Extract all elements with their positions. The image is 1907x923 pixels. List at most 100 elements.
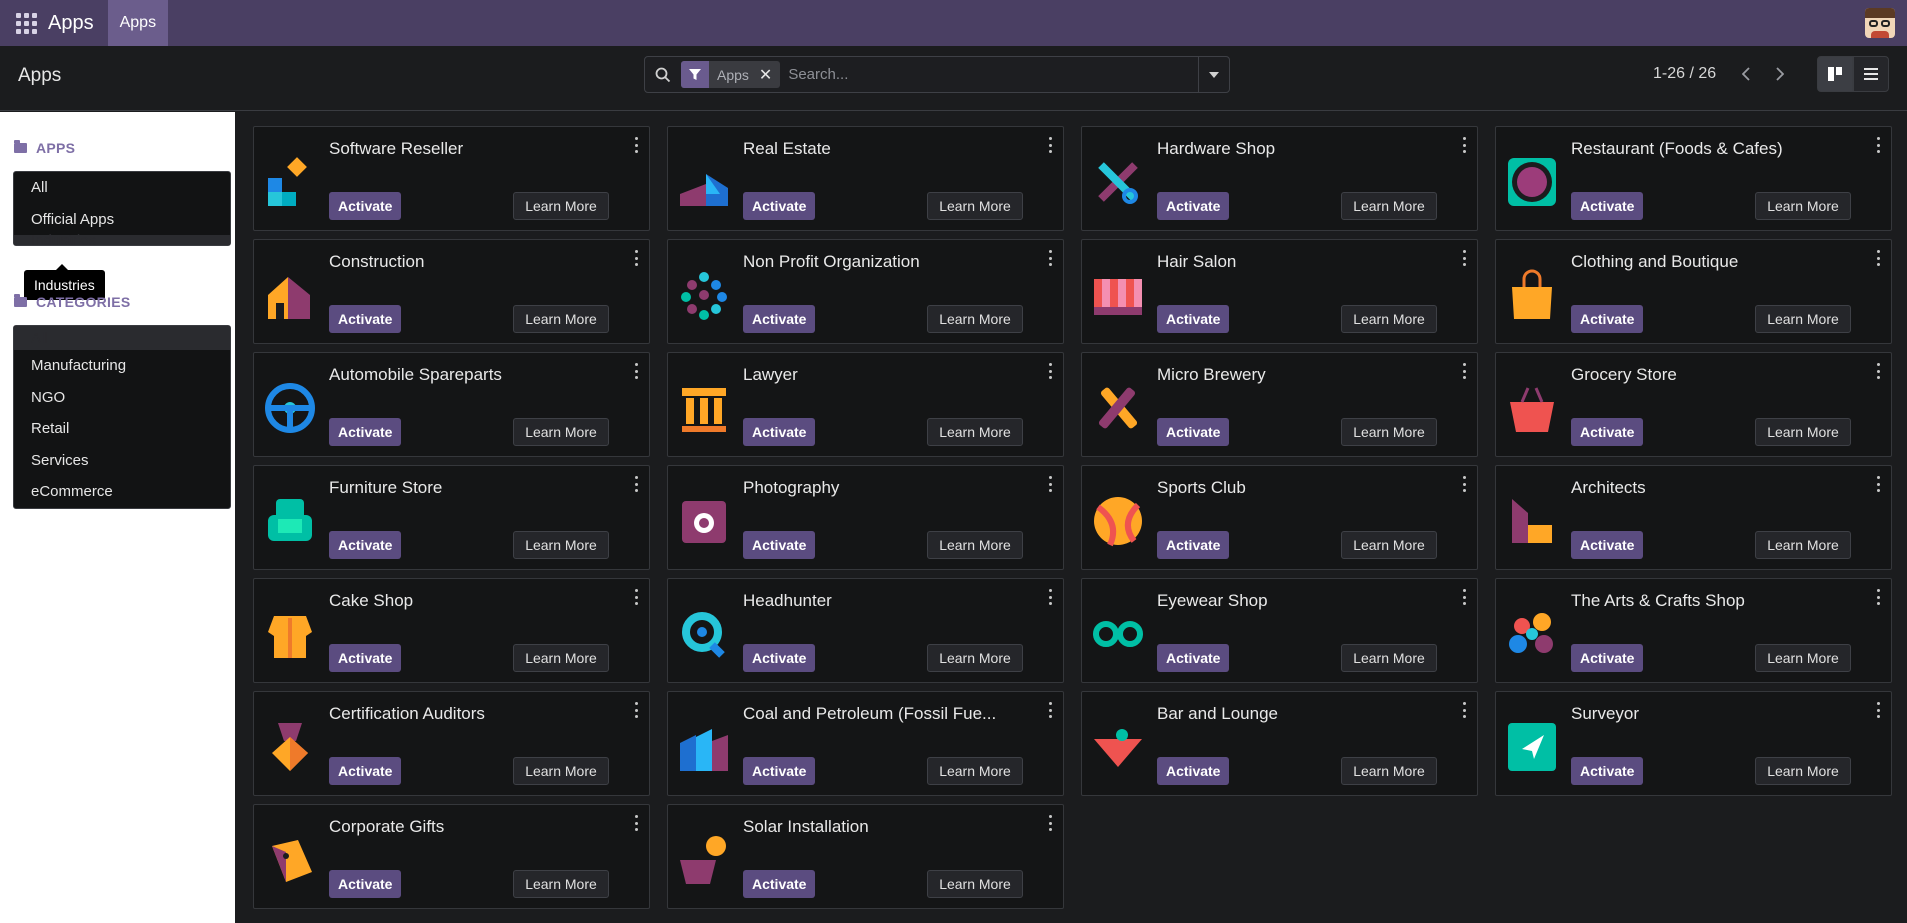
activate-button[interactable]: Activate	[329, 305, 402, 333]
learn-more-button[interactable]: Learn More	[513, 644, 609, 672]
more-options-icon[interactable]	[1461, 250, 1467, 266]
learn-more-button[interactable]: Learn More	[513, 531, 609, 559]
app-card[interactable]: Certification Auditors Activate Learn More	[253, 691, 650, 796]
learn-more-button[interactable]: Learn More	[927, 531, 1023, 559]
more-options-icon[interactable]	[1875, 137, 1881, 153]
app-card[interactable]: Surveyor Activate Learn More	[1495, 691, 1892, 796]
more-options-icon[interactable]	[633, 137, 639, 153]
more-options-icon[interactable]	[633, 815, 639, 831]
category-item-manufacturing[interactable]: Manufacturing	[14, 350, 230, 382]
app-card[interactable]: Furniture Store Activate Learn More	[253, 465, 650, 570]
learn-more-button[interactable]: Learn More	[513, 305, 609, 333]
activate-button[interactable]: Activate	[743, 531, 816, 559]
search-input[interactable]	[780, 58, 1198, 91]
menu-item-apps[interactable]: Apps	[107, 0, 169, 46]
app-card[interactable]: Coal and Petroleum (Fossil Fue... Activat…	[667, 691, 1064, 796]
activate-button[interactable]: Activate	[743, 418, 816, 446]
more-options-icon[interactable]	[633, 476, 639, 492]
learn-more-button[interactable]: Learn More	[927, 757, 1023, 785]
learn-more-button[interactable]: Learn More	[1755, 531, 1851, 559]
learn-more-button[interactable]: Learn More	[1755, 644, 1851, 672]
learn-more-button[interactable]: Learn More	[1341, 305, 1437, 333]
pager-next-button[interactable]	[1763, 56, 1796, 92]
app-card[interactable]: Hair Salon Activate Learn More	[1081, 239, 1478, 344]
more-options-icon[interactable]	[633, 250, 639, 266]
learn-more-button[interactable]: Learn More	[513, 192, 609, 220]
more-options-icon[interactable]	[1875, 363, 1881, 379]
activate-button[interactable]: Activate	[329, 418, 402, 446]
user-avatar[interactable]	[1865, 8, 1895, 38]
more-options-icon[interactable]	[1461, 137, 1467, 153]
app-card[interactable]: Sports Club Activate Learn More	[1081, 465, 1478, 570]
activate-button[interactable]: Activate	[1571, 531, 1644, 559]
more-options-icon[interactable]	[1047, 476, 1053, 492]
app-card[interactable]: Hardware Shop Activate Learn More	[1081, 126, 1478, 231]
more-options-icon[interactable]	[633, 363, 639, 379]
learn-more-button[interactable]: Learn More	[513, 418, 609, 446]
activate-button[interactable]: Activate	[743, 192, 816, 220]
more-options-icon[interactable]	[1461, 476, 1467, 492]
activate-button[interactable]: Activate	[329, 644, 402, 672]
app-card[interactable]: Photography Activate Learn More	[667, 465, 1064, 570]
activate-button[interactable]: Activate	[1157, 418, 1230, 446]
filter-item-industries[interactable]: Industries	[14, 232, 230, 249]
app-card[interactable]: Architects Activate Learn More	[1495, 465, 1892, 570]
app-card[interactable]: Headhunter Activate Learn More	[667, 578, 1064, 683]
activate-button[interactable]: Activate	[1157, 644, 1230, 672]
app-card[interactable]: Bar and Lounge Activate Learn More	[1081, 691, 1478, 796]
category-item-ecommerce[interactable]: eCommerce	[14, 476, 230, 508]
activate-button[interactable]: Activate	[743, 757, 816, 785]
learn-more-button[interactable]: Learn More	[927, 644, 1023, 672]
app-card[interactable]: Solar Installation Activate Learn More	[667, 804, 1064, 909]
activate-button[interactable]: Activate	[1571, 757, 1644, 785]
learn-more-button[interactable]: Learn More	[927, 192, 1023, 220]
more-options-icon[interactable]	[633, 702, 639, 718]
learn-more-button[interactable]: Learn More	[1341, 757, 1437, 785]
activate-button[interactable]: Activate	[1157, 757, 1230, 785]
learn-more-button[interactable]: Learn More	[1755, 305, 1851, 333]
activate-button[interactable]: Activate	[329, 757, 402, 785]
app-card[interactable]: Lawyer Activate Learn More	[667, 352, 1064, 457]
more-options-icon[interactable]	[1047, 589, 1053, 605]
learn-more-button[interactable]: Learn More	[1341, 418, 1437, 446]
category-item-ngo[interactable]: NGO	[14, 382, 230, 414]
activate-button[interactable]: Activate	[1571, 192, 1644, 220]
app-card[interactable]: The Arts & Crafts Shop Activate Learn More	[1495, 578, 1892, 683]
activate-button[interactable]: Activate	[329, 192, 402, 220]
more-options-icon[interactable]	[1047, 363, 1053, 379]
learn-more-button[interactable]: Learn More	[1341, 192, 1437, 220]
learn-more-button[interactable]: Learn More	[1755, 192, 1851, 220]
learn-more-button[interactable]: Learn More	[513, 757, 609, 785]
more-options-icon[interactable]	[1875, 476, 1881, 492]
activate-button[interactable]: Activate	[743, 305, 816, 333]
app-card[interactable]: Grocery Store Activate Learn More	[1495, 352, 1892, 457]
app-grid-icon[interactable]	[14, 11, 38, 35]
learn-more-button[interactable]: Learn More	[513, 870, 609, 898]
app-card[interactable]: Restaurant (Foods & Cafes) Activate Learn …	[1495, 126, 1892, 231]
pager-value[interactable]: 1-26 / 26	[1653, 65, 1716, 83]
activate-button[interactable]: Activate	[329, 531, 402, 559]
learn-more-button[interactable]: Learn More	[1755, 757, 1851, 785]
category-item-all[interactable]: All	[14, 326, 230, 350]
app-card[interactable]: Eyewear Shop Activate Learn More	[1081, 578, 1478, 683]
learn-more-button[interactable]: Learn More	[1755, 418, 1851, 446]
more-options-icon[interactable]	[1875, 250, 1881, 266]
more-options-icon[interactable]	[1461, 363, 1467, 379]
more-options-icon[interactable]	[1461, 702, 1467, 718]
more-options-icon[interactable]	[1461, 589, 1467, 605]
activate-button[interactable]: Activate	[1157, 305, 1230, 333]
learn-more-button[interactable]: Learn More	[927, 418, 1023, 446]
app-card[interactable]: Non Profit Organization Activate Learn Mor…	[667, 239, 1064, 344]
more-options-icon[interactable]	[633, 589, 639, 605]
category-item-retail[interactable]: Retail	[14, 413, 230, 445]
app-card[interactable]: Micro Brewery Activate Learn More	[1081, 352, 1478, 457]
learn-more-button[interactable]: Learn More	[1341, 531, 1437, 559]
pager-previous-button[interactable]	[1729, 56, 1762, 92]
search-options-toggle[interactable]	[1198, 57, 1229, 92]
kanban-view-button[interactable]	[1817, 56, 1853, 92]
activate-button[interactable]: Activate	[743, 870, 816, 898]
more-options-icon[interactable]	[1875, 702, 1881, 718]
list-view-button[interactable]	[1853, 56, 1889, 92]
activate-button[interactable]: Activate	[1571, 305, 1644, 333]
more-options-icon[interactable]	[1047, 137, 1053, 153]
